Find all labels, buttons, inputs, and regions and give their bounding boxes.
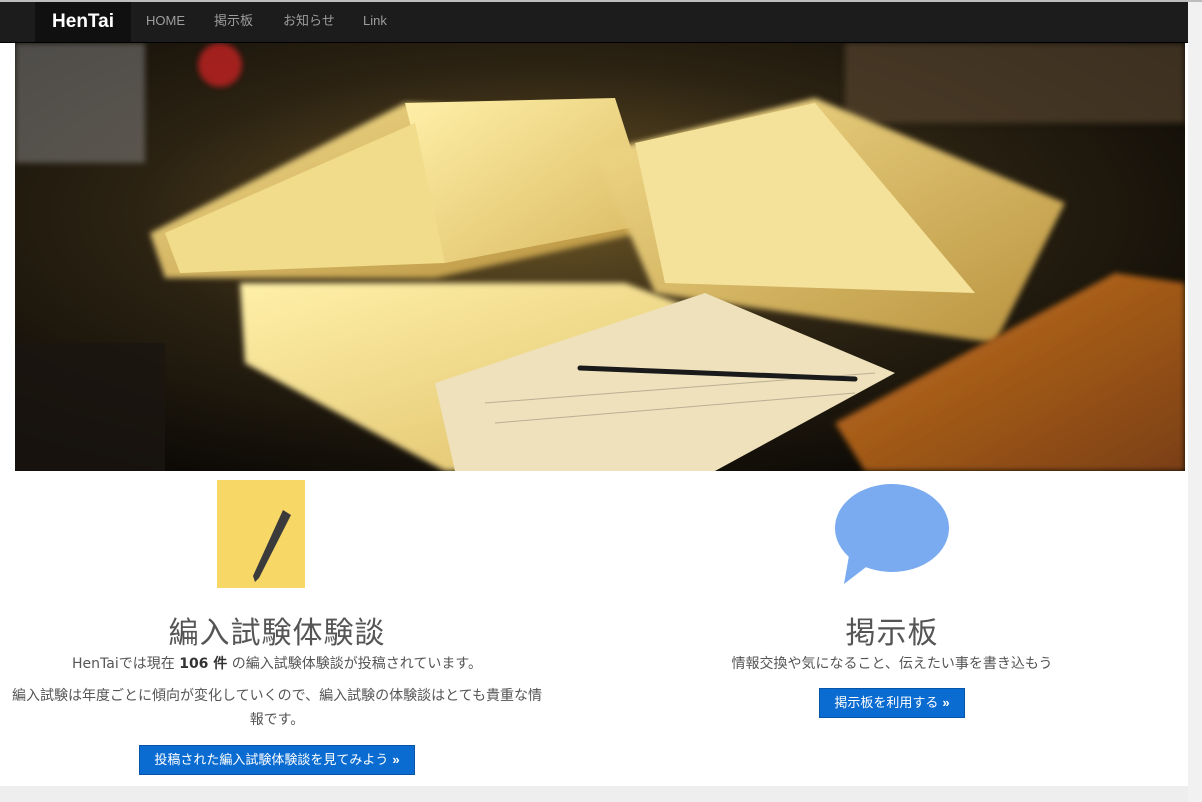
nav-home[interactable]: HOME [146,2,185,42]
pencil-icon [217,480,305,588]
view-experiences-button[interactable]: 投稿された編入試験体験談を見てみよう» [139,745,415,775]
scrollbar-track[interactable] [1188,2,1202,802]
nav-link[interactable]: Link [363,2,387,42]
experience-count-text: HenTaiでは現在 106 件 の編入試験体験談が投稿されています。 [72,656,482,672]
speech-bubble-icon [830,484,950,588]
books-photo [15,43,1185,471]
experience-desc-line2: 報です。 [249,712,305,728]
brand-logo[interactable]: HenTai [35,2,131,42]
board-title: 掲示板 [845,616,939,651]
navbar: HenTai HOME 掲示板 お知らせ Link [0,2,1188,43]
nav-board[interactable]: 掲示板 [214,2,253,42]
use-board-button[interactable]: 掲示板を利用する» [819,688,965,718]
experience-count: 106 件 [179,656,228,672]
footer-strip [0,786,1188,802]
nav-news[interactable]: お知らせ [283,2,335,42]
experience-desc-line1: 編入試験は年度ごとに傾向が変化していくので、編入試験の体験談はとても貴重な情 [12,688,542,704]
hero-image [15,43,1185,471]
experience-title: 編入試験体験談 [168,616,386,651]
board-desc: 情報交換や気になること、伝えたい事を書き込もう [731,656,1053,672]
